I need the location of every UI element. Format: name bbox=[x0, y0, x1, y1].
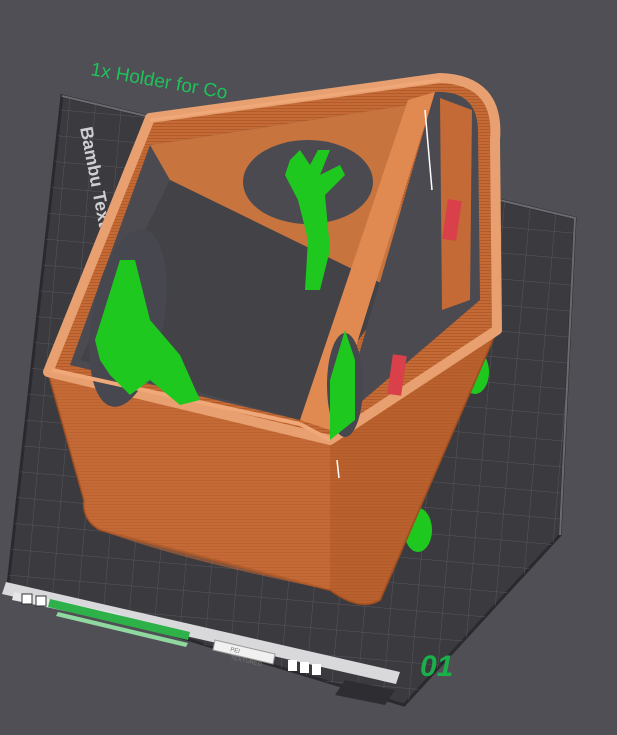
3d-viewport[interactable]: Bambu Textured PEI Plate 1x Holder for C… bbox=[0, 0, 617, 735]
plate-number[interactable]: 01 bbox=[420, 650, 453, 683]
bed-icon bbox=[288, 660, 297, 671]
filament-icon bbox=[300, 662, 309, 673]
lock-icon bbox=[21, 593, 33, 605]
spool-icon bbox=[312, 664, 321, 675]
settings-icon bbox=[35, 595, 47, 607]
